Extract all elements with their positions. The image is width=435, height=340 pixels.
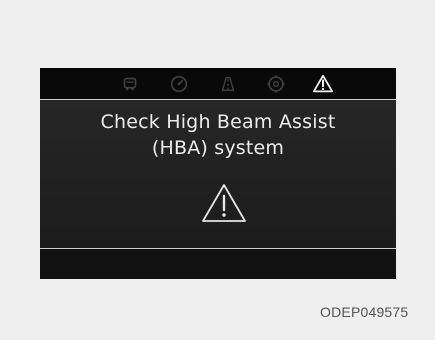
warning-message-line-1: Check High Beam Assist [100,111,336,133]
cluster-display: Check High Beam Assist (HBA) system [40,68,396,279]
status-icon-bar [40,68,396,99]
warning-message-line-2: (HBA) system [151,137,285,159]
message-panel: Check High Beam Assist (HBA) system [40,100,396,248]
active-warning-icon [312,74,334,93]
warning-message: Check High Beam Assist (HBA) system [40,109,396,161]
vehicle-icon [123,77,137,91]
bottom-bar [40,249,396,279]
cruise-gauge-icon [170,75,188,93]
lane-assist-icon [221,76,235,92]
image-code: ODEP049575 [320,304,409,320]
settings-gear-icon [267,75,285,93]
warning-triangle-icon [202,184,246,222]
